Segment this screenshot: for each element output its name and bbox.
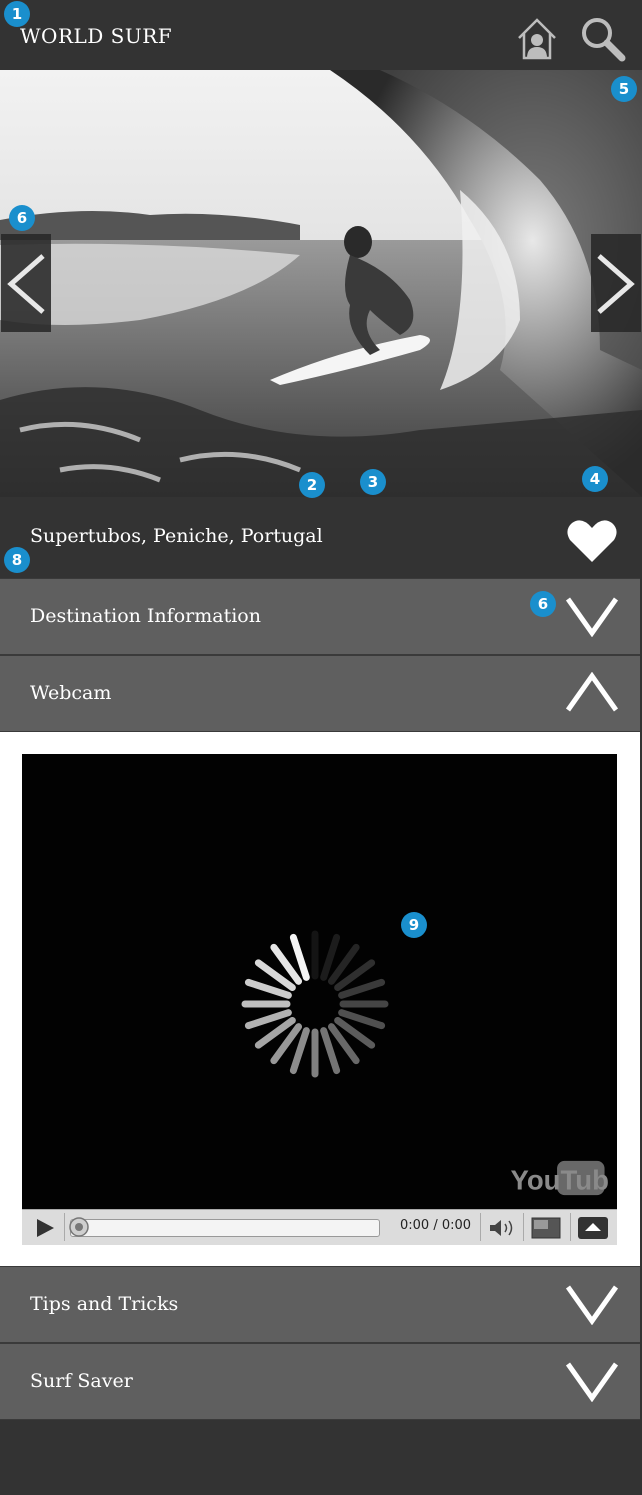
loading-spinner-icon [241,930,389,1078]
youtube-logo-text: YouTube [511,1164,609,1195]
fullscreen-icon[interactable] [577,1216,609,1240]
annotation-marker: 3 [360,469,386,495]
play-icon[interactable] [34,1217,56,1239]
search-icon [582,18,626,62]
video-time: 0:00 / 0:00 [400,1218,472,1233]
accordion-tips-and-tricks[interactable]: Tips and Tricks [0,1266,640,1343]
annotation-marker: 8 [4,547,30,573]
app-title: WORLD SURF [20,24,173,48]
annotation-marker: 6 [9,205,35,231]
accordion-label: Webcam [30,682,112,704]
home-user-button[interactable] [516,16,558,60]
location-name: Supertubos, Peniche, Portugal [30,525,323,547]
youtube-logo: YouTube [511,1160,609,1195]
home-user-icon [518,18,556,60]
control-divider [480,1213,481,1241]
video-controls: 0:00 / 0:00 [22,1209,617,1245]
search-button[interactable] [578,14,626,62]
chevron-down-icon [565,1285,619,1325]
hero-image-carousel[interactable] [0,70,642,497]
accordion-surf-saver[interactable]: Surf Saver [0,1343,640,1420]
annotation-marker: 4 [582,466,608,492]
annotation-marker: 6 [530,591,556,617]
webcam-panel: YouTube 0:00 / 0:00 [0,732,642,1266]
heart-icon [567,520,617,562]
control-divider [64,1213,65,1241]
webcam-video-player[interactable]: YouTube [22,754,617,1209]
chevron-right-icon [597,254,635,314]
seek-bar[interactable] [70,1219,380,1237]
accordion-label: Tips and Tricks [30,1293,179,1315]
annotation-marker: 2 [299,472,325,498]
location-bar: Supertubos, Peniche, Portugal [0,497,642,578]
accordion-webcam[interactable]: Webcam [0,655,640,732]
accordion-label: Surf Saver [30,1370,133,1392]
accordion-label: Destination Information [30,605,261,627]
next-image-button[interactable] [591,234,641,332]
chevron-up-icon [565,672,619,712]
volume-icon[interactable] [488,1218,516,1238]
footer [0,1420,642,1495]
annotation-marker: 9 [401,912,427,938]
seek-handle-icon[interactable] [68,1216,90,1238]
previous-image-button[interactable] [1,234,51,332]
annotation-marker: 1 [4,1,30,27]
chevron-left-icon [7,254,45,314]
control-divider [570,1213,571,1241]
chevron-down-icon [565,1362,619,1402]
chevron-down-icon [565,597,619,637]
watch-on-youtube-icon[interactable] [531,1217,561,1239]
hero-surf-photo [0,70,642,497]
control-divider [523,1213,524,1241]
annotation-marker: 5 [611,76,637,102]
top-bar: WORLD SURF [0,0,642,70]
favorite-button[interactable] [566,518,618,564]
